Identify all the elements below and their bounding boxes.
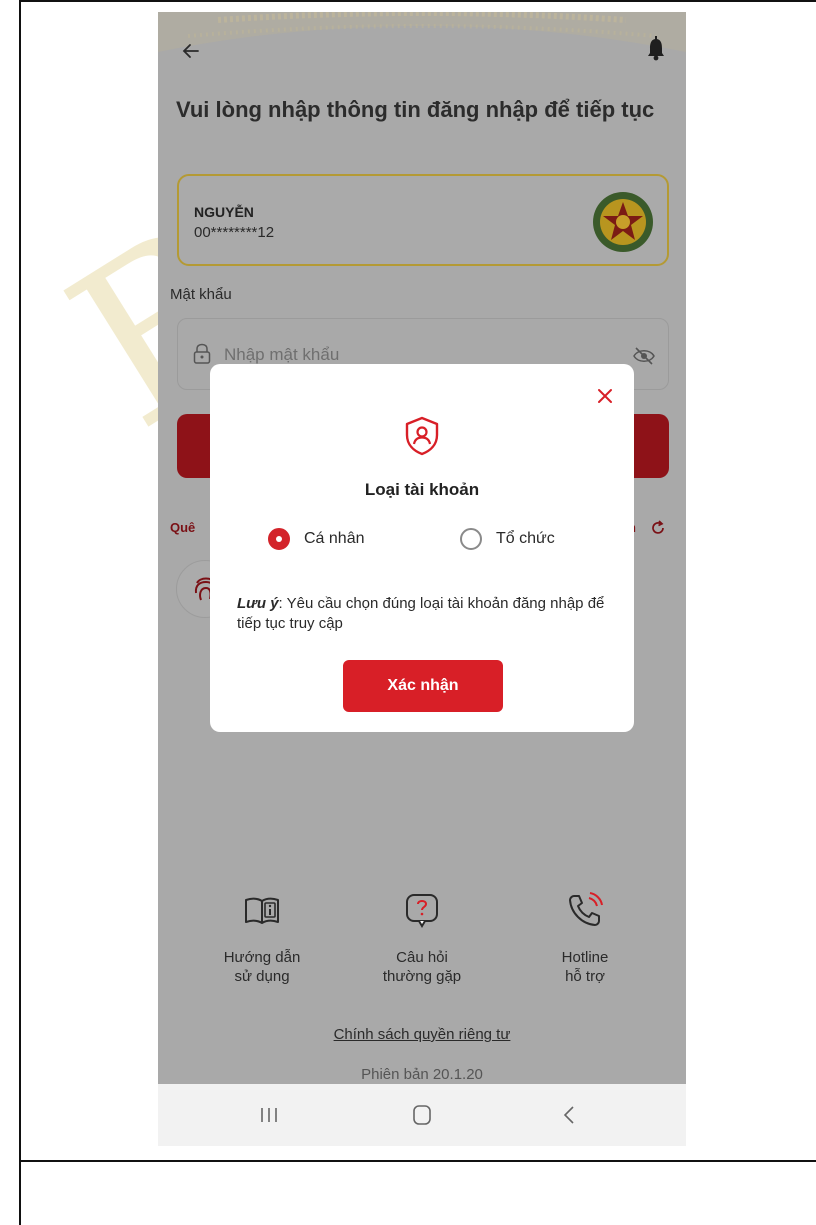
system-nav-bar <box>158 1084 686 1146</box>
phone-call-icon <box>569 892 603 926</box>
footer-hotline-line2: hỗ trợ <box>565 968 605 985</box>
footer-hotline-line1: Hotline <box>561 949 609 966</box>
forgot-password-link[interactable]: Quê <box>170 520 195 535</box>
recent-apps-icon[interactable] <box>258 1106 280 1124</box>
footer-item-guide[interactable]: Hướng dẫn sử dụng <box>187 890 337 986</box>
dialog-note: Lưu ý: Yêu cầu chọn đúng loại tài khoản … <box>237 594 617 634</box>
frame-bottom-cell <box>19 1160 816 1225</box>
radio-organization-label: Tổ chức <box>496 530 555 547</box>
account-card: NGUYỄN 00********12 <box>177 174 669 266</box>
privacy-policy-link[interactable]: Chính sách quyền riêng tư <box>158 1026 686 1043</box>
nav-back-icon[interactable] <box>562 1104 576 1126</box>
account-name: NGUYỄN <box>194 204 254 220</box>
account-type-dialog: Loại tài khoản Cá nhân Tổ chức Lưu ý: Yê… <box>210 364 634 732</box>
radio-personal[interactable]: Cá nhân <box>268 526 365 552</box>
close-icon[interactable] <box>593 384 617 408</box>
eye-hidden-icon[interactable] <box>633 347 655 365</box>
app-header <box>158 12 686 102</box>
note-label: Lưu ý <box>237 595 279 612</box>
footer-faq-line2: thường gặp <box>382 968 462 985</box>
lock-icon <box>193 343 211 364</box>
customs-emblem-icon <box>593 192 653 252</box>
radio-selected-icon[interactable] <box>268 528 290 550</box>
note-text: : Yêu cầu chọn đúng loại tài khoản đăng … <box>237 595 605 632</box>
shield-user-icon <box>405 416 439 456</box>
footer-guide-line2: sử dụng <box>234 968 290 985</box>
footer-faq-line1: Câu hỏi <box>396 949 448 966</box>
account-id: 00********12 <box>194 224 275 241</box>
confirm-button[interactable]: Xác nhận <box>343 660 503 712</box>
radio-personal-label: Cá nhân <box>304 530 365 547</box>
back-arrow-icon[interactable] <box>180 40 202 62</box>
footer-item-faq[interactable]: Câu hỏi thường gặp <box>347 890 497 986</box>
question-bubble-icon <box>406 894 438 928</box>
footer-links: Hướng dẫn sử dụng Câu hỏi thường gặp Hotli… <box>158 890 686 1010</box>
page-title: Vui lòng nhập thông tin đăng nhập để tiế… <box>176 97 655 122</box>
book-info-icon <box>245 897 279 924</box>
radio-unselected-icon[interactable] <box>460 528 482 550</box>
bell-icon[interactable] <box>645 36 667 62</box>
bronze-drum-pattern <box>158 12 686 52</box>
app-version: Phiên bản 20.1.20 <box>361 1066 483 1083</box>
radio-organization[interactable]: Tổ chức <box>460 526 555 552</box>
home-icon[interactable] <box>412 1104 432 1126</box>
phone-screen: Vui lòng nhập thông tin đăng nhập để tiế… <box>158 12 686 1146</box>
refresh-icon[interactable] <box>650 520 666 536</box>
dialog-title: Loại tài khoản <box>364 480 480 499</box>
password-label: Mật khẩu <box>170 286 232 303</box>
password-placeholder: Nhập mật khẩu <box>224 345 340 364</box>
footer-item-hotline[interactable]: Hotline hỗ trợ <box>510 890 660 986</box>
footer-guide-line1: Hướng dẫn <box>223 949 301 966</box>
